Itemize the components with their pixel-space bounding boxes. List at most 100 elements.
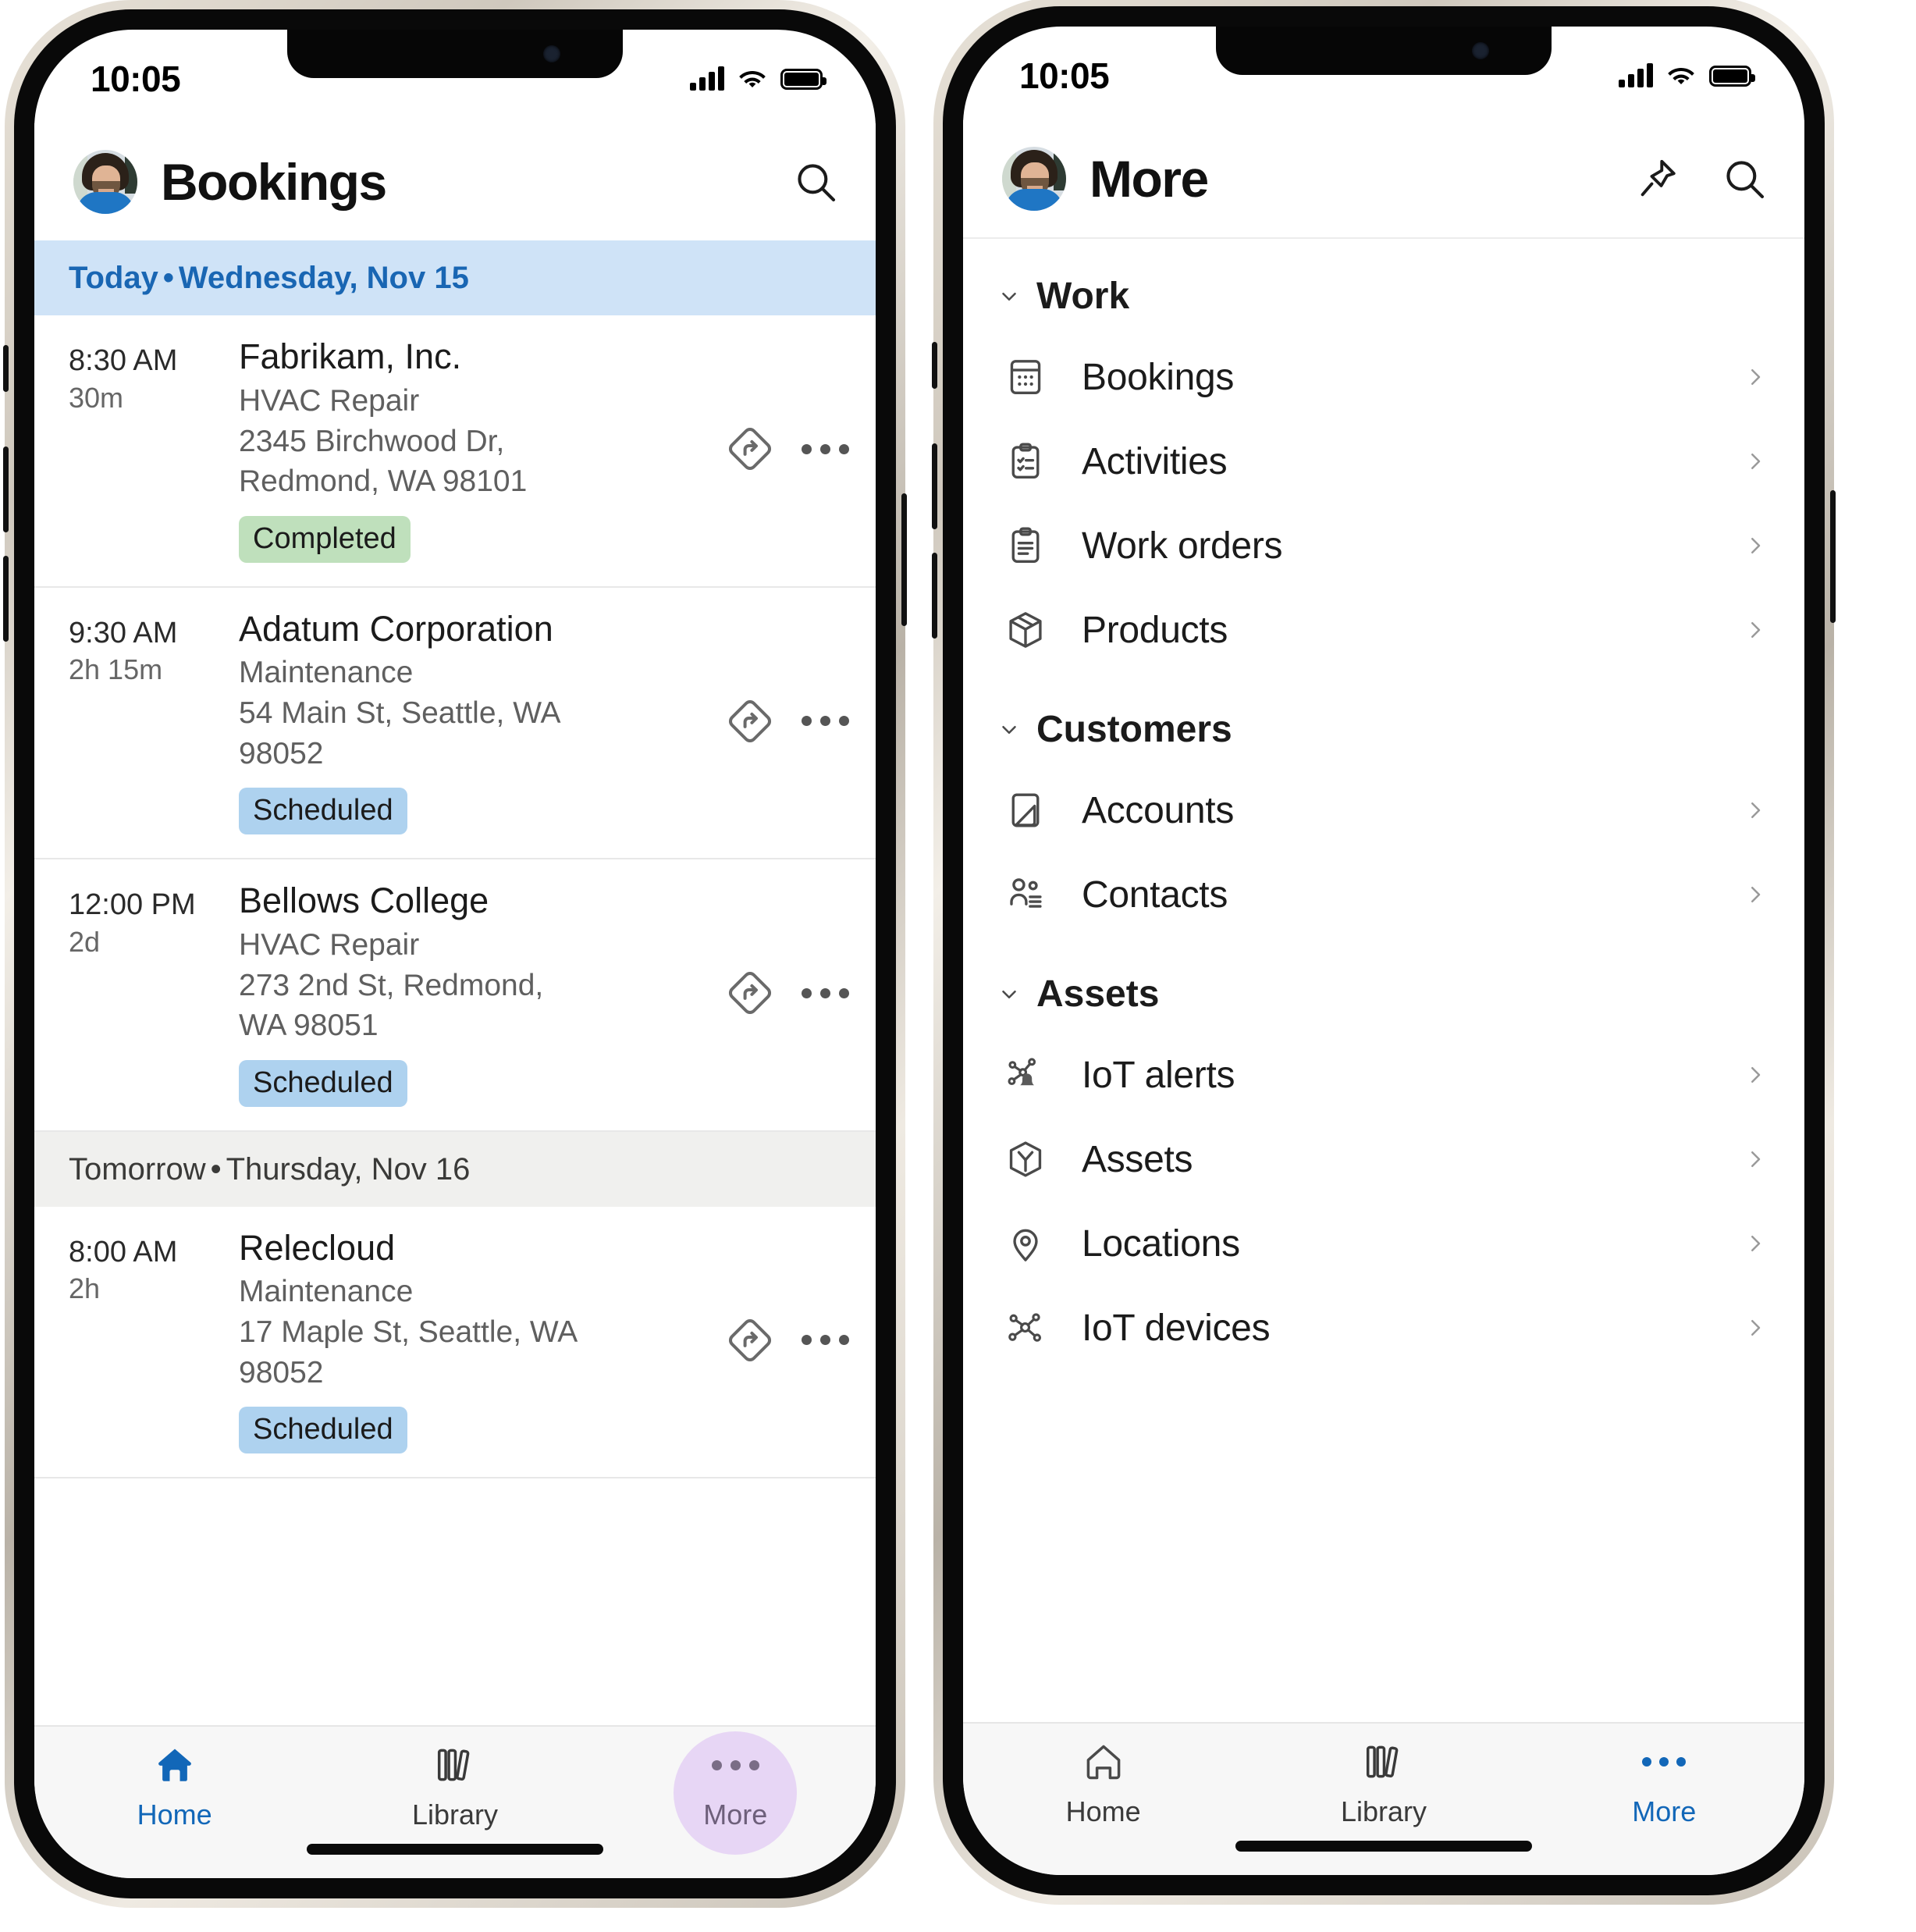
home-indicator[interactable]: [307, 1844, 603, 1855]
status-badge: Scheduled: [239, 1407, 407, 1454]
day-date: Thursday, Nov 16: [226, 1151, 471, 1187]
booking-row[interactable]: 9:30 AM 2h 15m Adatum Corporation Mainte…: [34, 588, 876, 860]
directions-icon[interactable]: [725, 1315, 775, 1365]
directions-icon[interactable]: [725, 696, 775, 746]
tab-more-label: More: [703, 1799, 768, 1831]
header-actions: [791, 158, 840, 206]
more-options-icon[interactable]: [802, 1335, 849, 1346]
menu-item-products[interactable]: Products: [963, 588, 1804, 672]
day-separator: •: [210, 1151, 222, 1187]
directions-icon[interactable]: [725, 968, 775, 1018]
tab-home-label: Home: [137, 1799, 212, 1831]
pin-button[interactable]: [1633, 155, 1681, 203]
menu-item-iot-alerts[interactable]: IoT alerts: [963, 1033, 1804, 1117]
tab-bar: Home Library More: [963, 1722, 1804, 1875]
tab-home[interactable]: Home: [34, 1742, 315, 1831]
power-button[interactable]: [901, 493, 907, 626]
tab-library[interactable]: Library: [1243, 1739, 1523, 1828]
menu-item-locations[interactable]: Locations: [963, 1201, 1804, 1286]
booking-duration: 2h: [69, 1272, 101, 1305]
day-header-tomorrow: Tomorrow • Thursday, Nov 16: [34, 1131, 876, 1207]
section-header-work[interactable]: Work: [963, 239, 1804, 335]
more-options-icon[interactable]: [802, 716, 849, 727]
booking-address-line1: 273 2nd St, Redmond,: [239, 968, 544, 1002]
more-menu-list[interactable]: Work Bookings Activities Work orders Pro…: [963, 237, 1804, 1722]
avatar[interactable]: [73, 150, 137, 214]
tab-more[interactable]: More: [595, 1731, 876, 1855]
booking-start-time: 8:00 AM: [69, 1235, 178, 1268]
booking-work-type: HVAC Repair: [239, 927, 420, 962]
iot-device-icon: [1004, 1306, 1047, 1350]
clipboard-lines-icon: [1004, 524, 1047, 568]
avatar[interactable]: [1002, 147, 1066, 211]
section-title: Work: [1036, 276, 1130, 317]
menu-item-bookings[interactable]: Bookings: [963, 335, 1804, 419]
booking-row-actions: [725, 1315, 852, 1365]
menu-item-activities[interactable]: Activities: [963, 419, 1804, 503]
status-time: 10:05: [1019, 55, 1110, 96]
home-indicator[interactable]: [1235, 1841, 1532, 1852]
tab-library[interactable]: Library: [315, 1742, 595, 1831]
cellular-signal-icon: [690, 66, 724, 91]
chevron-down-icon: [1002, 990, 1016, 998]
search-button[interactable]: [791, 158, 840, 206]
menu-item-label: Bookings: [1082, 356, 1235, 398]
app-header-more: More: [963, 120, 1804, 237]
booking-details: Relecloud Maintenance 17 Maple St, Seatt…: [239, 1227, 720, 1454]
bookings-list[interactable]: Today • Wednesday, Nov 15 8:30 AM 30m Fabr…: [34, 240, 876, 1725]
menu-item-label: Contacts: [1082, 873, 1228, 916]
box-icon: [1004, 608, 1047, 652]
silent-switch[interactable]: [3, 345, 9, 392]
chevron-right-icon: [1751, 369, 1761, 385]
booking-row[interactable]: 12:00 PM 2d Bellows College HVAC Repair …: [34, 859, 876, 1132]
battery-icon: [780, 68, 826, 90]
booking-address-line1: 17 Maple St, Seattle, WA: [239, 1315, 578, 1350]
menu-item-accounts[interactable]: Accounts: [963, 768, 1804, 852]
chevron-right-icon: [1751, 1236, 1761, 1251]
booking-address-line1: 2345 Birchwood Dr,: [239, 424, 505, 458]
silent-switch[interactable]: [932, 342, 937, 389]
booking-address-line1: 54 Main St, Seattle, WA: [239, 696, 561, 731]
app-header-bookings: Bookings: [34, 123, 876, 240]
booking-work-type: Maintenance: [239, 1275, 414, 1309]
two-phone-mockup: 10:05 Bookings Today • Wednesday, Nov 15…: [0, 0, 1916, 1932]
map-pin-icon: [1004, 1222, 1047, 1265]
status-badge: Scheduled: [239, 788, 407, 835]
status-bar: 10:05: [34, 30, 876, 123]
tab-bar: Home Library More: [34, 1725, 876, 1878]
volume-down-button[interactable]: [932, 553, 937, 639]
status-indicators: [1619, 63, 1755, 87]
tab-more[interactable]: More: [1524, 1739, 1804, 1828]
volume-down-button[interactable]: [3, 556, 9, 642]
more-options-icon[interactable]: [802, 443, 849, 454]
tab-home-label: Home: [1065, 1795, 1141, 1827]
cellular-signal-icon: [1619, 63, 1653, 87]
ellipsis-icon: [1642, 1739, 1687, 1784]
chevron-right-icon: [1751, 802, 1761, 818]
clipboard-check-icon: [1004, 439, 1047, 483]
menu-item-iot-devices[interactable]: IoT devices: [963, 1286, 1804, 1370]
chevron-right-icon: [1751, 454, 1761, 469]
menu-item-assets[interactable]: Assets: [963, 1117, 1804, 1201]
menu-item-label: Locations: [1082, 1222, 1240, 1265]
booking-start-time: 12:00 PM: [69, 888, 196, 922]
power-button[interactable]: [1830, 490, 1836, 623]
booking-account: Relecloud: [239, 1227, 396, 1268]
section-header-assets[interactable]: Assets: [963, 937, 1804, 1033]
booking-row[interactable]: 8:30 AM 30m Fabrikam, Inc. HVAC Repair 2…: [34, 315, 876, 588]
tab-home[interactable]: Home: [963, 1739, 1243, 1828]
booking-details: Fabrikam, Inc. HVAC Repair 2345 Birchwoo…: [239, 336, 720, 563]
status-bar: 10:05: [963, 27, 1804, 120]
menu-item-work-orders[interactable]: Work orders: [963, 503, 1804, 588]
section-header-customers[interactable]: Customers: [963, 672, 1804, 768]
directions-icon[interactable]: [725, 424, 775, 474]
booking-row[interactable]: 8:00 AM 2h Relecloud Maintenance 17 Mapl…: [34, 1207, 876, 1479]
booking-address-line2: 98052: [239, 736, 324, 770]
volume-up-button[interactable]: [932, 443, 937, 529]
more-options-icon[interactable]: [802, 987, 849, 998]
search-button[interactable]: [1720, 155, 1768, 203]
booking-account: Fabrikam, Inc.: [239, 336, 462, 376]
chevron-down-icon: [1002, 292, 1016, 301]
menu-item-contacts[interactable]: Contacts: [963, 852, 1804, 937]
volume-up-button[interactable]: [3, 447, 9, 532]
